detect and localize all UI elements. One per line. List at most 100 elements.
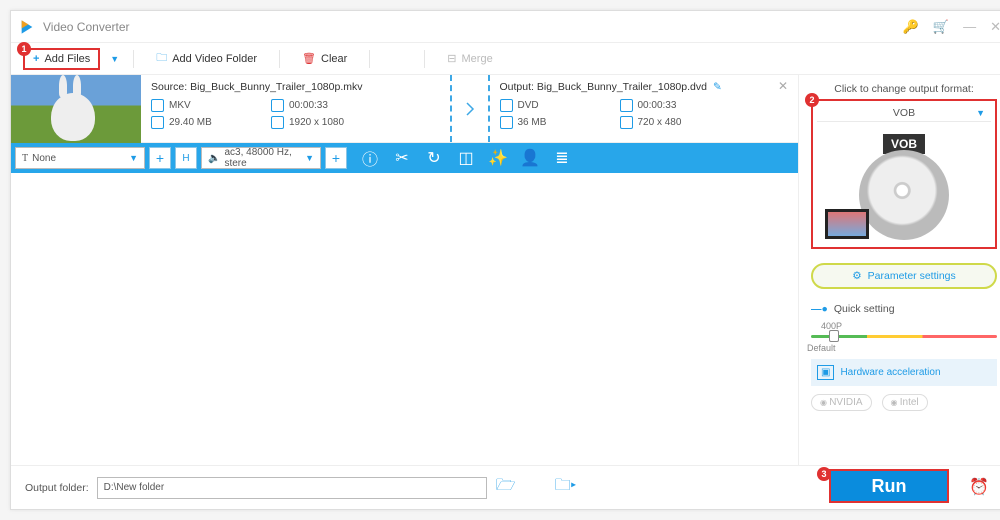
parameter-settings-label: Parameter settings [868,270,956,282]
add-folder-button[interactable]: 🗀 Add Video Folder [148,46,265,71]
output-folder-label: Output folder: [25,482,89,494]
step-badge-1: 1 [17,42,31,56]
disc-icon [859,150,949,240]
add-subtitle-button[interactable]: + [149,147,171,169]
app-window: Video Converter 🔑 🛒 — ✕ 1 + Add Files ▼ … [10,10,1000,510]
chevron-down-icon: ▼ [976,108,985,118]
clock-icon [271,99,284,112]
cut-icon[interactable]: ✂ [393,149,411,167]
slider-default-label: Default [807,343,836,353]
plus-icon: + [33,53,39,65]
merge-icon: ⊟ [447,52,456,65]
src-size: 29.40 MB [169,117,212,128]
trash-icon: 🗑 [302,52,316,65]
src-resolution: 1920 x 1080 [289,117,344,128]
source-label: Source: [151,81,187,93]
remove-file-button[interactable]: ✕ [778,79,788,93]
src-format: MKV [169,100,191,111]
speaker-icon: 🔈 [208,153,220,164]
out-duration: 00:00:33 [638,100,677,111]
format-hint: Click to change output format: [811,83,997,95]
slider-thumb[interactable] [829,330,839,342]
format-icon [151,99,164,112]
folder-icon: 🗀 [156,49,167,68]
folder-icon [151,116,164,129]
cart-icon[interactable]: 🛒 [933,19,949,35]
resolution-icon [620,116,633,129]
right-panel: Click to change output format: 2 VOB ▼ V… [799,75,1000,465]
titlebar: Video Converter 🔑 🛒 — ✕ [11,11,1000,43]
separator [133,50,134,68]
audio-track-select[interactable]: 🔈 ac3, 48000 Hz, stere ▼ [201,147,321,169]
convert-arrow [450,75,490,142]
add-files-button[interactable]: 1 + Add Files [23,48,100,70]
tracks-editor-row: T None ▼ + H 🔈 ac3, 48000 Hz, stere ▼ + … [11,143,798,173]
format-name: VOB [893,107,915,119]
quality-slider[interactable]: 400P Default [811,325,997,345]
info-icon[interactable]: ⓘ [361,149,379,167]
hardware-accel-label: Hardware acceleration [840,367,940,378]
add-folder-label: Add Video Folder [172,53,257,65]
source-info: Source: Big_Buck_Bunny_Trailer_1080p.mkv… [141,75,450,142]
minimize-button[interactable]: — [963,19,976,35]
add-files-label: Add Files [44,53,90,65]
parameter-settings-button[interactable]: ⚙ Parameter settings [811,263,997,289]
separator [279,50,280,68]
video-thumbnail[interactable] [11,75,141,143]
crop-icon[interactable]: ◫ [457,149,475,167]
gpu-badges: ◉ NVIDIA ◉ Intel [811,394,997,411]
folder-icon [500,116,513,129]
subtitle-settings-button[interactable]: H [175,147,197,169]
chevron-down-icon: ▼ [305,153,314,163]
output-label: Output: [500,81,534,93]
run-button[interactable]: Run [829,469,949,503]
separator [424,50,425,68]
watermark-icon[interactable]: 👤 [521,149,539,167]
run-label: Run [872,476,907,497]
effects-icon[interactable]: ✨ [489,149,507,167]
app-logo-icon [19,19,35,35]
add-files-dropdown-icon[interactable]: ▼ [110,54,119,64]
film-icon [825,209,869,239]
clear-label: Clear [321,53,347,65]
main-area: Source: Big_Buck_Bunny_Trailer_1080p.mkv… [11,75,1000,465]
open-output-button[interactable]: 🗀▸ [555,477,577,499]
text-icon: T [22,153,28,164]
quick-setting: —●Quick setting 400P Default [811,303,997,345]
output-folder-input[interactable] [97,477,487,499]
src-duration: 00:00:33 [289,100,328,111]
output-info: ✕ Output: Big_Buck_Bunny_Trailer_1080p.d… [490,75,799,142]
close-button[interactable]: ✕ [990,19,1000,35]
app-title: Video Converter [43,20,903,34]
add-audio-button[interactable]: + [325,147,347,169]
gpu-nvidia: ◉ NVIDIA [811,394,872,411]
bottom-bar: Output folder: 🗁 🗀▸ 3 Run ⏰ [11,465,1000,509]
chevron-down-icon: ▼ [129,153,138,163]
file-row: Source: Big_Buck_Bunny_Trailer_1080p.mkv… [11,75,798,143]
hardware-accel-button[interactable]: ▣ Hardware acceleration [811,359,997,386]
clock-icon [620,99,633,112]
chip-icon: ▣ [817,365,834,380]
browse-folder-button[interactable]: 🗁 [495,477,517,499]
format-icon [500,99,513,112]
source-filename: Big_Buck_Bunny_Trailer_1080p.mkv [190,81,362,93]
out-format: DVD [518,100,539,111]
output-format-selector[interactable]: 2 VOB ▼ VOB [811,99,997,249]
subtitle-edit-icon[interactable]: ≣ [553,149,571,167]
rotate-icon[interactable]: ↻ [425,149,443,167]
upgrade-icon[interactable]: 🔑 [903,19,919,35]
toolbar: 1 + Add Files ▼ 🗀 Add Video Folder 🗑 Cle… [11,43,1000,75]
edit-output-icon[interactable]: ✎ [713,81,722,93]
merge-button[interactable]: ⊟ Merge [439,49,500,68]
merge-label: Merge [462,53,493,65]
output-filename: Big_Buck_Bunny_Trailer_1080p.dvd [537,81,707,93]
out-resolution: 720 x 480 [638,117,682,128]
dash-icon: —● [811,303,828,315]
separator [369,50,370,68]
subtitle-track-select[interactable]: T None ▼ [15,147,145,169]
file-list: Source: Big_Buck_Bunny_Trailer_1080p.mkv… [11,75,799,465]
sliders-icon: ⚙ [852,270,861,282]
subtitle-track-value: None [32,153,56,164]
clear-button[interactable]: 🗑 Clear [294,49,355,68]
schedule-button[interactable]: ⏰ [969,477,989,497]
